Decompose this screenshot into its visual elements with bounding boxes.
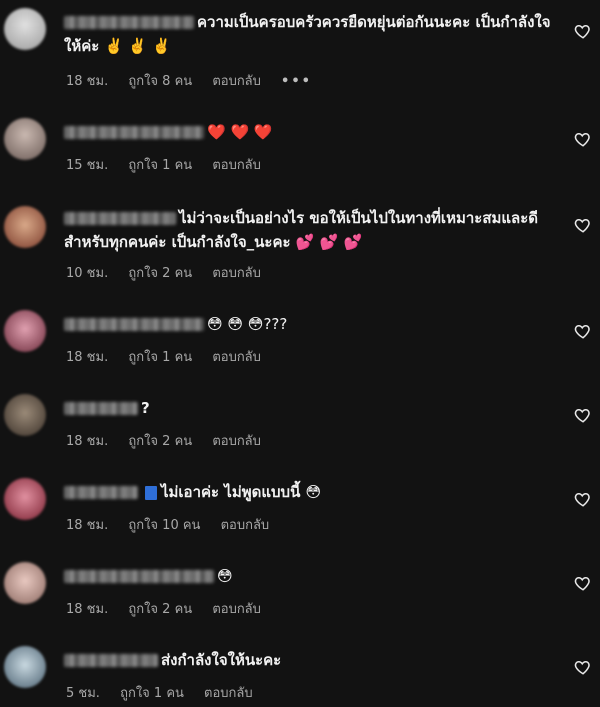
reply-button[interactable]: ตอบกลับ: [212, 434, 261, 449]
more-options-icon[interactable]: •••: [281, 74, 312, 89]
comment-meta: 18 ชม. ถูกใจ 10 คน ตอบกลับ: [66, 514, 285, 535]
timestamp: 15 ชม.: [66, 158, 109, 173]
timestamp: 18 ชม.: [66, 518, 109, 533]
timestamp: 5 ชม.: [66, 686, 100, 701]
heart-icon[interactable]: [574, 322, 592, 340]
likes-count[interactable]: ถูกใจ 2 คน: [128, 434, 192, 449]
comment-item: 😳 😳 😳??? 18 ชม. ถูกใจ 1 คน ตอบกลับ: [0, 304, 600, 374]
heart-icon[interactable]: [574, 22, 592, 40]
username[interactable]: [64, 212, 176, 225]
avatar[interactable]: [4, 8, 46, 50]
likes-count[interactable]: ถูกใจ 10 คน: [128, 518, 200, 533]
likes-count[interactable]: ถูกใจ 1 คน: [120, 686, 184, 701]
comment-item: ไม่ว่าจะเป็นอย่างไร ขอให้เป็นไปในทางที่เ…: [0, 196, 600, 286]
avatar[interactable]: [4, 478, 46, 520]
comment-text: ❤️ ❤️ ❤️: [64, 120, 552, 144]
username[interactable]: [64, 654, 158, 667]
likes-count[interactable]: ถูกใจ 2 คน: [128, 602, 192, 617]
username[interactable]: [64, 126, 204, 139]
heart-icon[interactable]: [574, 216, 592, 234]
comment-meta: 5 ชม. ถูกใจ 1 คน ตอบกลับ: [66, 682, 269, 703]
avatar[interactable]: [4, 646, 46, 688]
heart-icon[interactable]: [574, 658, 592, 676]
username[interactable]: [64, 402, 138, 415]
comment-text: ไม่ว่าจะเป็นอย่างไร ขอให้เป็นไปในทางที่เ…: [64, 209, 539, 251]
timestamp: 18 ชม.: [66, 434, 109, 449]
comment-meta: 18 ชม. ถูกใจ 2 คน ตอบกลับ: [66, 598, 277, 619]
reply-button[interactable]: ตอบกลับ: [212, 266, 261, 281]
heart-icon[interactable]: [574, 574, 592, 592]
likes-count[interactable]: ถูกใจ 2 คน: [128, 266, 192, 281]
reply-button[interactable]: ตอบกลับ: [204, 686, 253, 701]
reply-button[interactable]: ตอบกลับ: [221, 518, 270, 533]
verified-badge-icon: [145, 485, 157, 500]
comment-meta: 15 ชม. ถูกใจ 1 คน ตอบกลับ: [66, 154, 277, 175]
username[interactable]: [64, 486, 138, 499]
comment-meta: 18 ชม. ถูกใจ 8 คน ตอบกลับ •••: [66, 70, 328, 91]
avatar[interactable]: [4, 394, 46, 436]
comment-meta: 18 ชม. ถูกใจ 1 คน ตอบกลับ: [66, 346, 277, 367]
timestamp: 18 ชม.: [66, 74, 109, 89]
timestamp: 18 ชม.: [66, 602, 109, 617]
reply-button[interactable]: ตอบกลับ: [212, 158, 261, 173]
comment-item: ความเป็นครอบครัวควรยืดหยุ่นต่อกันนะคะ เป…: [0, 0, 600, 90]
likes-count[interactable]: ถูกใจ 1 คน: [128, 158, 192, 173]
avatar[interactable]: [4, 310, 46, 352]
heart-icon[interactable]: [574, 130, 592, 148]
heart-icon[interactable]: [574, 490, 592, 508]
comment-text: 😳 😳 😳???: [64, 312, 552, 336]
heart-icon[interactable]: [574, 406, 592, 424]
username[interactable]: [64, 318, 204, 331]
likes-count[interactable]: ถูกใจ 8 คน: [128, 74, 192, 89]
comment-item: ❤️ ❤️ ❤️ 15 ชม. ถูกใจ 1 คน ตอบกลับ: [0, 110, 600, 180]
comment-text: ไม่เอาค่ะ ไม่พูดแบบนี้ 😳: [64, 480, 552, 504]
username[interactable]: [64, 16, 194, 29]
avatar[interactable]: [4, 206, 46, 248]
comment-text: ?: [64, 396, 552, 420]
reply-button[interactable]: ตอบกลับ: [212, 74, 261, 89]
comment-item: ไม่เอาค่ะ ไม่พูดแบบนี้ 😳 18 ชม. ถูกใจ 10…: [0, 474, 600, 544]
comment-item: ส่งกำลังใจให้นะคะ 5 ชม. ถูกใจ 1 คน ตอบกล…: [0, 642, 600, 707]
comment-item: ? 18 ชม. ถูกใจ 2 คน ตอบกลับ: [0, 390, 600, 460]
avatar[interactable]: [4, 118, 46, 160]
timestamp: 18 ชม.: [66, 350, 109, 365]
comment-text: ความเป็นครอบครัวควรยืดหยุ่นต่อกันนะคะ เป…: [64, 13, 551, 55]
comment-meta: 18 ชม. ถูกใจ 2 คน ตอบกลับ: [66, 430, 277, 451]
comment-text: 😳: [64, 564, 552, 588]
likes-count[interactable]: ถูกใจ 1 คน: [128, 350, 192, 365]
timestamp: 10 ชม.: [66, 266, 109, 281]
comment-text: ส่งกำลังใจให้นะคะ: [64, 648, 552, 672]
avatar[interactable]: [4, 562, 46, 604]
comment-meta: 10 ชม. ถูกใจ 2 คน ตอบกลับ: [66, 262, 277, 283]
reply-button[interactable]: ตอบกลับ: [212, 602, 261, 617]
username[interactable]: [64, 570, 214, 583]
reply-button[interactable]: ตอบกลับ: [212, 350, 261, 365]
comment-item: 😳 18 ชม. ถูกใจ 2 คน ตอบกลับ: [0, 558, 600, 628]
